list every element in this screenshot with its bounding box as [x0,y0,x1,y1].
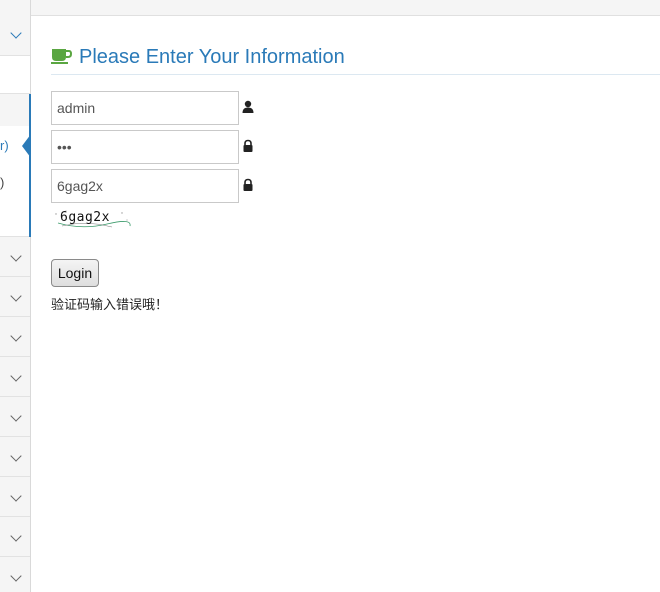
chevron-down-icon [10,27,22,39]
sidebar-subitem-label: r) [0,138,9,153]
captcha-text: 6gag2x [60,210,110,225]
chevron-down-icon [10,530,22,542]
sidebar: r) ) [0,0,31,592]
sidebar-menu-item[interactable] [0,437,30,477]
sidebar-subitem[interactable]: ) [0,166,30,200]
sidebar-menu-item[interactable] [0,477,30,517]
captcha-image[interactable]: 6gag2x [52,208,132,230]
username-field[interactable] [51,91,239,125]
chevron-down-icon [10,570,22,582]
sidebar-menu-item[interactable] [0,557,30,592]
sidebar-active-indicator [29,94,31,237]
sidebar-menu-item[interactable] [0,14,30,56]
sidebar-menu-item[interactable] [0,397,30,437]
password-input[interactable] [52,131,238,163]
sidebar-subitem[interactable] [0,56,30,94]
password-field[interactable] [51,130,239,164]
error-message: 验证码输入错误哦！ [51,297,169,312]
username-input[interactable] [52,92,238,124]
breadcrumb [31,0,660,16]
chevron-down-icon [10,250,22,262]
login-button[interactable]: Login [51,259,99,287]
sidebar-active-caret [22,134,31,158]
lock-icon [243,178,253,191]
captcha-field[interactable] [51,169,239,203]
chevron-down-icon [10,490,22,502]
page-header: Please Enter Your Information [51,44,660,75]
sidebar-menu-item[interactable] [0,357,30,397]
sidebar-menu-item[interactable] [0,517,30,557]
lock-icon [243,139,253,152]
chevron-down-icon [10,370,22,382]
sidebar-subitem-label: ) [0,175,5,190]
chevron-down-icon [10,290,22,302]
coffee-cup-icon [51,49,73,64]
page-title: Please Enter Your Information [79,46,345,68]
page: r) ) Please Enter Your Information admin… [0,0,660,592]
chevron-down-icon [10,410,22,422]
chevron-down-icon [10,330,22,342]
captcha-input[interactable] [52,170,238,202]
user-icon [242,100,254,113]
sidebar-subitem[interactable] [0,200,30,237]
sidebar-menu-item[interactable] [0,317,30,357]
sidebar-menu-item[interactable] [0,237,30,277]
chevron-down-icon [10,450,22,462]
sidebar-menu-item[interactable] [0,277,30,317]
